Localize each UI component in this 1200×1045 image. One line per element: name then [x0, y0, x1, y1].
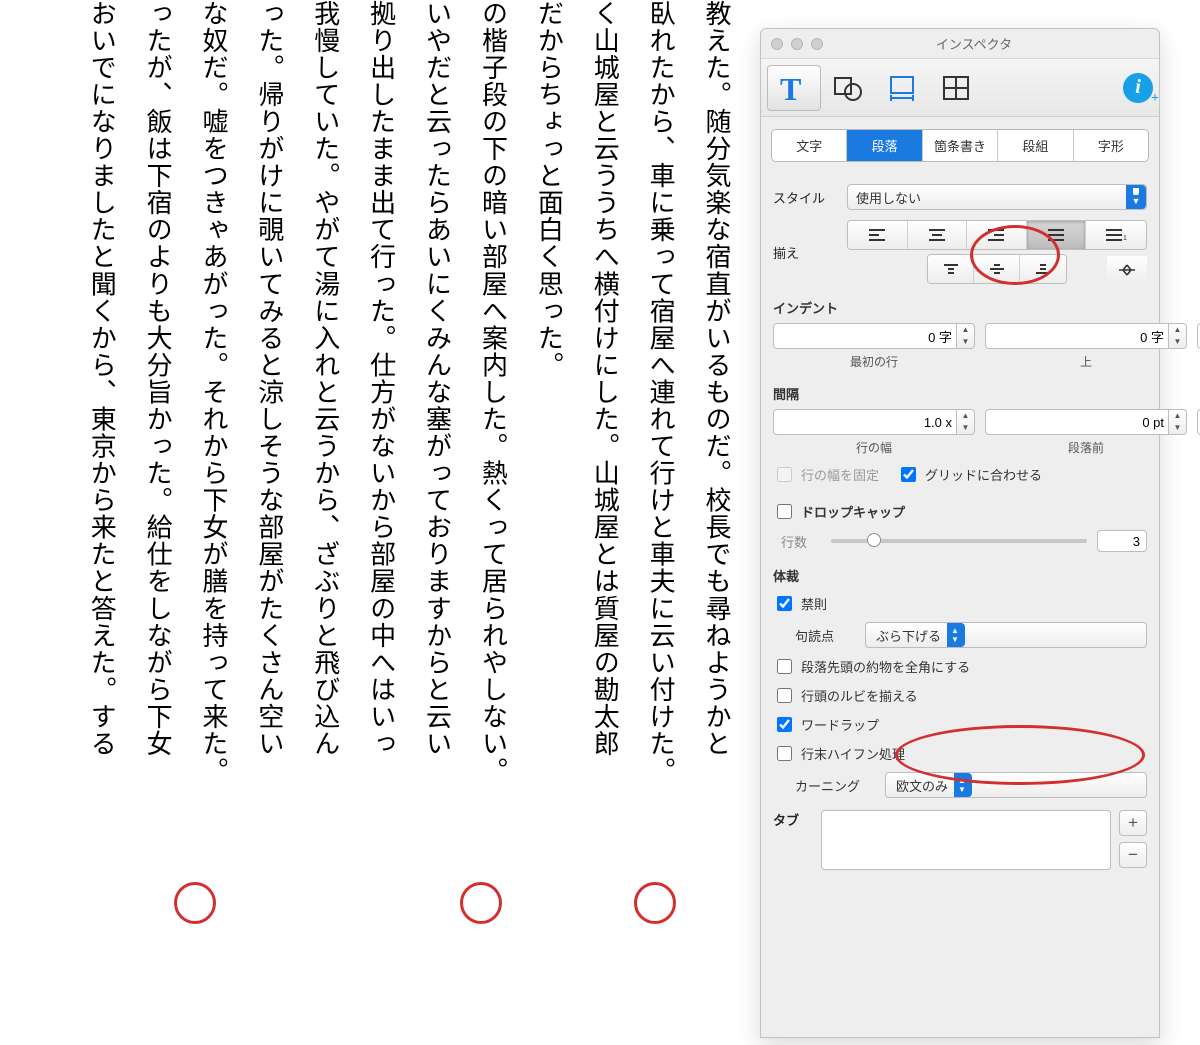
shape-inspector-tab[interactable]: [821, 65, 875, 111]
kinsoku-checkbox[interactable]: 禁則: [773, 593, 1147, 614]
spacing-heading: 間隔: [773, 384, 1147, 403]
tab-add-button[interactable]: +: [1119, 810, 1147, 836]
kerning-select-value: 欧文のみ: [896, 776, 948, 795]
line-width-input[interactable]: [773, 409, 957, 435]
stepper-buttons[interactable]: ▲▼: [1169, 409, 1187, 435]
indent-first-input[interactable]: [773, 323, 957, 349]
table-inspector-tab[interactable]: [929, 65, 983, 111]
style-select[interactable]: 使用しない ▲▼: [847, 184, 1147, 210]
tab-remove-button[interactable]: −: [1119, 842, 1147, 868]
kinsoku-label: 禁則: [801, 594, 827, 613]
window-close-button[interactable]: [771, 38, 783, 50]
text-inspector-tab[interactable]: T: [767, 65, 821, 111]
fullwidth-label: 段落先頭の約物を全角にする: [801, 657, 970, 676]
paragraph-subtabs: 文字 段落 箇条書き 段組 字形: [771, 129, 1149, 162]
svg-text:T: T: [780, 72, 801, 104]
dropcap-lines-input[interactable]: [1097, 530, 1147, 552]
align-label: 揃え: [773, 243, 837, 262]
kerning-label: カーニング: [795, 776, 875, 795]
distribute-button[interactable]: [1107, 256, 1147, 284]
inspector-panel: インスペクタ T i 文字 段落 箇条書き 段組 字形: [760, 28, 1160, 1038]
inspector-category-tabs: T i: [761, 59, 1159, 117]
metrics-inspector-tab[interactable]: [875, 65, 929, 111]
align-justify-button[interactable]: [1027, 221, 1087, 249]
stepper-buttons[interactable]: ▲▼: [957, 323, 975, 349]
wordwrap-label: ワードラップ: [801, 715, 879, 734]
valign-top-button[interactable]: [928, 255, 974, 283]
subtab-glyphs[interactable]: 字形: [1074, 130, 1148, 161]
space-before-input[interactable]: [985, 409, 1169, 435]
align-right-button[interactable]: [967, 221, 1027, 249]
hyphen-checkbox[interactable]: 行末ハイフン処理: [773, 743, 1147, 764]
indent-top-input[interactable]: [985, 323, 1169, 349]
svg-text:12: 12: [1123, 235, 1127, 242]
stepper-buttons[interactable]: ▲▼: [1169, 323, 1187, 349]
document-text-area[interactable]: 教えた。随分気楽な宿直がいるものだ。校長でも尋ねようかと 臥れたから、車に乗って…: [64, 0, 744, 920]
align-center-button[interactable]: [908, 221, 968, 249]
window-minimize-button[interactable]: [791, 38, 803, 50]
subtab-character[interactable]: 文字: [772, 130, 847, 161]
layout-heading: 体裁: [773, 566, 1147, 585]
line-width-label: 行の幅: [856, 439, 892, 456]
subtab-bullets[interactable]: 箇条書き: [923, 130, 998, 161]
punctuation-select[interactable]: ぶら下げる ▲▼: [865, 622, 1147, 648]
kerning-select[interactable]: 欧文のみ ▲▼: [885, 772, 1147, 798]
hyphen-label: 行末ハイフン処理: [801, 744, 905, 763]
ruby-checkbox[interactable]: 行頭のルビを揃える: [773, 685, 1147, 706]
valign-middle-button[interactable]: [974, 255, 1020, 283]
info-button[interactable]: i: [1123, 73, 1153, 103]
subtab-paragraph[interactable]: 段落: [847, 130, 922, 161]
tab-stops-list[interactable]: [821, 810, 1111, 870]
align-left-button[interactable]: [848, 221, 908, 249]
indent-top-label: 上: [1080, 353, 1092, 370]
fix-line-label: 行の幅を固定: [801, 465, 879, 484]
punctuation-label: 句読点: [795, 626, 855, 645]
indent-first-label: 最初の行: [850, 353, 898, 370]
dropcap-slider[interactable]: [831, 539, 1087, 543]
fullwidth-checkbox[interactable]: 段落先頭の約物を全角にする: [773, 656, 1147, 677]
wordwrap-checkbox[interactable]: ワードラップ: [773, 714, 1147, 735]
style-select-value: 使用しない: [856, 188, 921, 207]
space-before-label: 段落前: [1068, 439, 1104, 456]
punctuation-select-value: ぶら下げる: [876, 626, 941, 645]
subtab-columns[interactable]: 段組: [998, 130, 1073, 161]
panel-title: インスペクタ: [835, 34, 1113, 53]
tab-label: タブ: [773, 810, 813, 829]
panel-titlebar: インスペクタ: [761, 29, 1159, 59]
fix-line-checkbox[interactable]: 行の幅を固定: [773, 464, 879, 485]
dropcap-label: ドロップキャップ: [801, 502, 905, 521]
ruby-label: 行頭のルビを揃える: [801, 686, 918, 705]
indent-heading: インデント: [773, 298, 1147, 317]
dropcap-lines-label: 行数: [781, 532, 821, 551]
stepper-buttons[interactable]: ▲▼: [957, 409, 975, 435]
align-grid-checkbox[interactable]: グリッドに合わせる: [897, 464, 1042, 485]
valign-bottom-button[interactable]: [1020, 255, 1066, 283]
align-justify-all-button[interactable]: 12: [1086, 221, 1146, 249]
style-label: スタイル: [773, 188, 837, 207]
align-grid-label: グリッドに合わせる: [925, 465, 1042, 484]
window-zoom-button[interactable]: [811, 38, 823, 50]
dropcap-checkbox[interactable]: ドロップキャップ: [773, 501, 1147, 522]
